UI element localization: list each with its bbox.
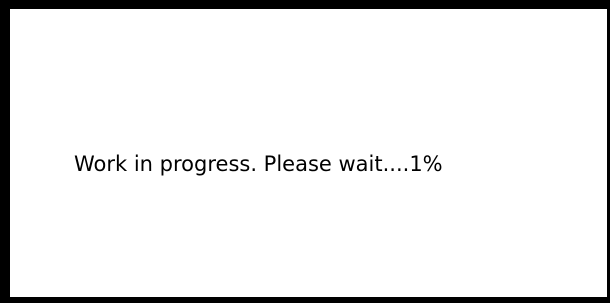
progress-message: Work in progress. Please wait....1% xyxy=(74,152,443,176)
progress-dialog: Work in progress. Please wait....1% xyxy=(0,0,610,303)
